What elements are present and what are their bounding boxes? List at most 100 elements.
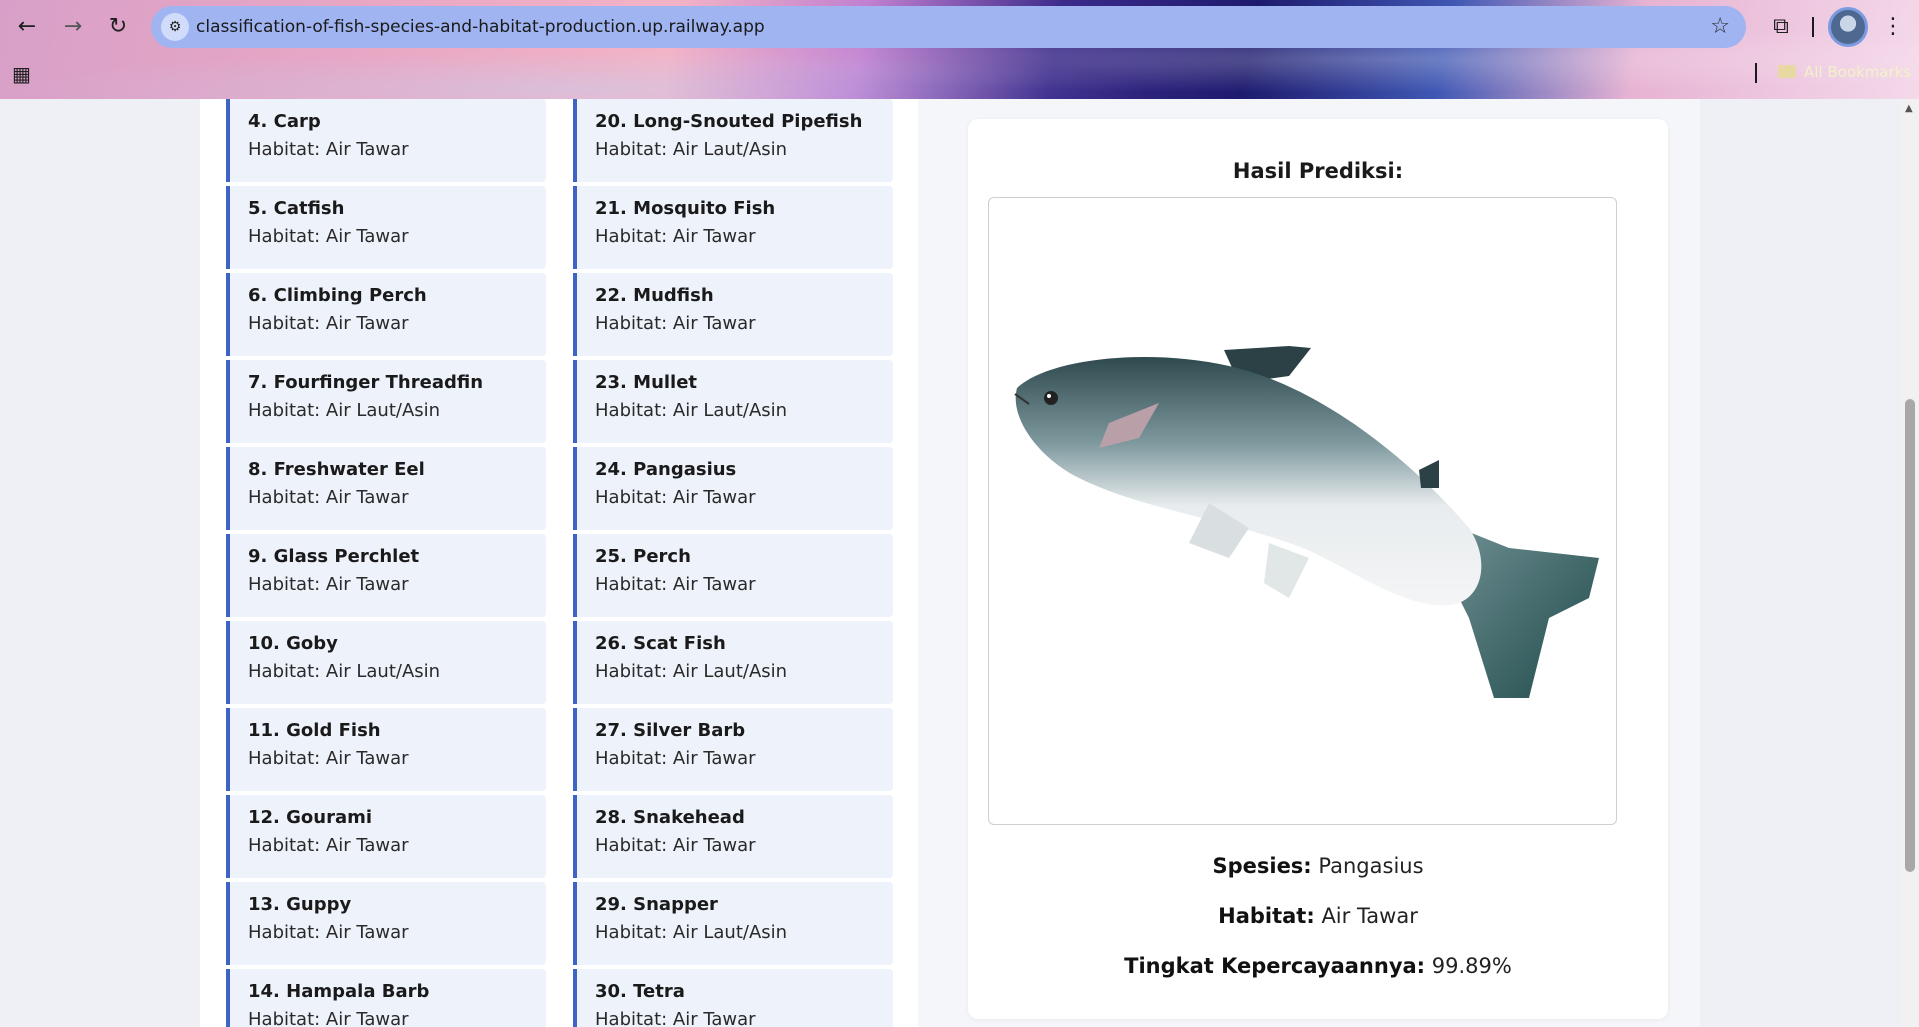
bookmark-star-icon[interactable]: ☆ <box>1710 14 1730 39</box>
fish-list-column-1: 4. Carp Habitat: Air Tawar 5. Catfish Habit… <box>226 99 546 1027</box>
fish-name: 7. Fourfinger Threadfin <box>248 372 484 393</box>
all-bookmarks[interactable]: All Bookmarks <box>1778 63 1911 81</box>
address-bar[interactable]: ⚙ classification-of-fish-species-and-hab… <box>151 6 1746 48</box>
fish-list-item: 22. Mudfish Habitat: Air Tawar <box>573 273 893 356</box>
fish-habitat: Habitat: Air Laut/Asin <box>595 661 788 682</box>
fish-list-item: 10. Goby Habitat: Air Laut/Asin <box>226 621 546 704</box>
fish-habitat: Habitat: Air Tawar <box>248 313 409 334</box>
confidence-value: 99.89% <box>1431 954 1512 978</box>
bookmarks-divider <box>1755 63 1757 83</box>
fish-list-item: 24. Pangasius Habitat: Air Tawar <box>573 447 893 530</box>
page-scrollbar[interactable]: ▲ <box>1901 99 1919 1027</box>
fish-list-item: 29. Snapper Habitat: Air Laut/Asin <box>573 882 893 965</box>
extensions-icon[interactable]: ⧉ <box>1766 12 1796 42</box>
fish-name: 11. Gold Fish <box>248 720 381 741</box>
fish-habitat: Habitat: Air Laut/Asin <box>248 661 441 682</box>
fish-name: 26. Scat Fish <box>595 633 726 654</box>
fish-habitat: Habitat: Air Tawar <box>595 835 756 856</box>
fish-list-column-2: 20. Long-Snouted Pipefish Habitat: Air La… <box>573 99 893 1027</box>
fish-name: 28. Snakehead <box>595 807 745 828</box>
result-habitat: Habitat: Air Tawar <box>968 904 1668 928</box>
fish-habitat: Habitat: Air Tawar <box>248 226 409 247</box>
fish-habitat: Habitat: Air Laut/Asin <box>595 400 788 421</box>
fish-name: 21. Mosquito Fish <box>595 198 776 219</box>
fish-name: 24. Pangasius <box>595 459 737 480</box>
fish-name: 12. Gourami <box>248 807 373 828</box>
fish-list-item: 8. Freshwater Eel Habitat: Air Tawar <box>226 447 546 530</box>
fish-name: 9. Glass Perchlet <box>248 546 420 567</box>
fish-habitat: Habitat: Air Tawar <box>595 1009 756 1027</box>
fish-habitat: Habitat: Air Tawar <box>248 574 409 595</box>
fish-habitat: Habitat: Air Tawar <box>248 835 409 856</box>
fish-name: 22. Mudfish <box>595 285 714 306</box>
scroll-up-arrow-icon[interactable]: ▲ <box>1905 103 1913 114</box>
fish-name: 6. Climbing Perch <box>248 285 427 306</box>
fish-habitat: Habitat: Air Tawar <box>595 574 756 595</box>
scroll-thumb[interactable] <box>1905 399 1915 872</box>
fish-name: 27. Silver Barb <box>595 720 746 741</box>
back-icon[interactable]: ← <box>12 12 42 42</box>
fish-illustration <box>1014 346 1599 698</box>
fish-name: 10. Goby <box>248 633 338 654</box>
fish-habitat: Habitat: Air Tawar <box>248 922 409 943</box>
fish-name: 8. Freshwater Eel <box>248 459 425 480</box>
fish-list-item: 13. Guppy Habitat: Air Tawar <box>226 882 546 965</box>
profile-avatar[interactable] <box>1828 7 1868 47</box>
fish-list-item: 28. Snakehead Habitat: Air Tawar <box>573 795 893 878</box>
fish-habitat: Habitat: Air Tawar <box>595 487 756 508</box>
fish-list-item: 25. Perch Habitat: Air Tawar <box>573 534 893 617</box>
fish-list-item: 6. Climbing Perch Habitat: Air Tawar <box>226 273 546 356</box>
fish-name: 23. Mullet <box>595 372 698 393</box>
fish-habitat: Habitat: Air Tawar <box>248 487 409 508</box>
site-info-icon[interactable]: ⚙ <box>161 13 189 41</box>
url-text[interactable]: classification-of-fish-species-and-habit… <box>196 17 765 37</box>
uploaded-fish-image <box>988 197 1617 825</box>
fish-name: 30. Tetra <box>595 981 685 1002</box>
fish-habitat: Habitat: Air Tawar <box>248 748 409 769</box>
fish-habitat: Habitat: Air Tawar <box>248 1009 409 1027</box>
fish-list-item: 7. Fourfinger Threadfin Habitat: Air Laut… <box>226 360 546 443</box>
reload-icon[interactable]: ↻ <box>103 12 133 42</box>
fish-list-item: 30. Tetra Habitat: Air Tawar <box>573 969 893 1027</box>
fish-habitat: Habitat: Air Tawar <box>595 748 756 769</box>
fish-list-item: 23. Mullet Habitat: Air Laut/Asin <box>573 360 893 443</box>
browser-chrome: ← → ↻ ⚙ classification-of-fish-species-a… <box>0 0 1919 99</box>
fish-list-item: 26. Scat Fish Habitat: Air Laut/Asin <box>573 621 893 704</box>
fish-list-item: 14. Hampala Barb Habitat: Air Tawar <box>226 969 546 1027</box>
fish-habitat: Habitat: Air Laut/Asin <box>595 922 788 943</box>
result-confidence: Tingkat Kepercayaannya: 99.89% <box>968 954 1668 978</box>
fish-name: 13. Guppy <box>248 894 352 915</box>
fish-name: 5. Catfish <box>248 198 345 219</box>
fish-habitat: Habitat: Air Laut/Asin <box>248 400 441 421</box>
fish-list-item: 11. Gold Fish Habitat: Air Tawar <box>226 708 546 791</box>
species-label: Spesies: <box>1212 854 1312 878</box>
species-value: Pangasius <box>1318 854 1424 878</box>
fish-list-item: 4. Carp Habitat: Air Tawar <box>226 99 546 182</box>
fish-habitat: Habitat: Air Tawar <box>248 139 409 160</box>
result-species: Spesies: Pangasius <box>968 854 1668 878</box>
fish-list-item: 21. Mosquito Fish Habitat: Air Tawar <box>573 186 893 269</box>
fish-habitat: Habitat: Air Tawar <box>595 226 756 247</box>
fish-list-item: 20. Long-Snouted Pipefish Habitat: Air La… <box>573 99 893 182</box>
fish-habitat: Habitat: Air Tawar <box>595 313 756 334</box>
fish-name: 25. Perch <box>595 546 691 567</box>
result-title: Hasil Prediksi: <box>1232 159 1404 183</box>
fish-list-item: 9. Glass Perchlet Habitat: Air Tawar <box>226 534 546 617</box>
content-card: 4. Carp Habitat: Air Tawar 5. Catfish Habit… <box>200 99 1700 1027</box>
more-menu-icon[interactable]: ⋮ <box>1880 12 1906 42</box>
fish-name: 4. Carp <box>248 111 321 132</box>
forward-icon[interactable]: → <box>58 12 88 42</box>
confidence-label: Tingkat Kepercayaannya: <box>1124 954 1426 978</box>
fish-list-item: 5. Catfish Habitat: Air Tawar <box>226 186 546 269</box>
prediction-panel: Hasil Prediksi: Spesies: Pangasius Habit… <box>918 99 1700 1027</box>
fish-name: 14. Hampala Barb <box>248 981 430 1002</box>
folder-icon <box>1778 65 1796 78</box>
page-viewport: 4. Carp Habitat: Air Tawar 5. Catfish Habit… <box>0 99 1901 1027</box>
all-bookmarks-label: All Bookmarks <box>1804 63 1912 81</box>
toolbar-divider <box>1812 17 1814 37</box>
apps-grid-icon[interactable]: ▦ <box>12 62 36 86</box>
fish-list-item: 12. Gourami Habitat: Air Tawar <box>226 795 546 878</box>
habitat-label: Habitat: <box>1218 904 1315 928</box>
fish-name: 20. Long-Snouted Pipefish <box>595 111 863 132</box>
result-card: Hasil Prediksi: Spesies: Pangasius Habit… <box>968 119 1668 1019</box>
